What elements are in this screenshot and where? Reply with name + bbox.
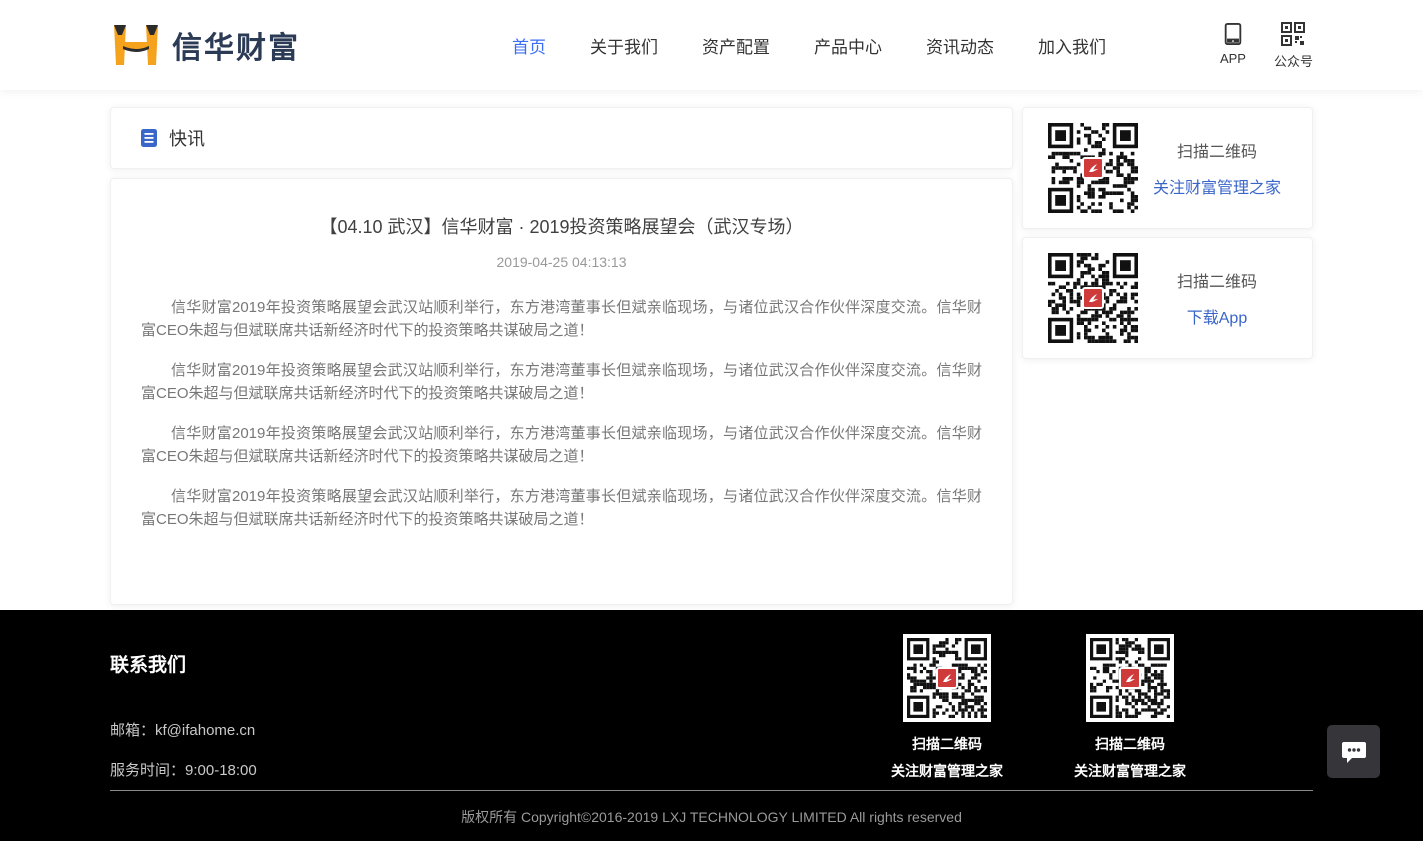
brand-logo[interactable]: 信华财富 — [110, 21, 300, 69]
footer-qr-group: 扫描二维码 关注财富管理之家 扫描二维码 关注财富管理之家 — [891, 634, 1186, 781]
follow-wealth-home-label: 关注财富管理之家 — [1074, 761, 1186, 781]
article-paragraph: 信华财富2019年投资策略展望会武汉站顺利举行，东方港湾董事长但斌亲临现场，与诸… — [141, 296, 982, 342]
qr-center-logo — [1082, 287, 1104, 309]
nav-item-join-us[interactable]: 加入我们 — [1038, 33, 1106, 58]
follow-wealth-home-label: 关注财富管理之家 — [891, 761, 1003, 781]
chat-bubble-icon — [1339, 737, 1369, 767]
scan-qr-label: 扫描二维码 — [1095, 734, 1165, 754]
nav-item-asset-allocation[interactable]: 资产配置 — [702, 33, 770, 58]
scan-qr-label: 扫描二维码 — [1138, 138, 1296, 162]
qr-code-follow — [1048, 123, 1138, 213]
main-content: 快讯 【04.10 武汉】信华财富 · 2019投资策略展望会（武汉专场） 20… — [110, 90, 1313, 605]
article-card: 【04.10 武汉】信华财富 · 2019投资策略展望会（武汉专场） 2019-… — [110, 178, 1013, 605]
nav-item-news[interactable]: 资讯动态 — [926, 33, 994, 58]
download-app-qr-card: 扫描二维码 下载App — [1022, 237, 1313, 359]
main-nav: 首页 关于我们 资产配置 产品中心 资讯动态 加入我们 — [512, 33, 1106, 58]
news-flash-title: 快讯 — [169, 125, 205, 151]
brand-logo-icon — [110, 21, 162, 69]
qr-code-download — [1048, 253, 1138, 343]
copyright-text: 版权所有 Copyright©2016-2019 LXJ TECHNOLOGY … — [110, 807, 1313, 827]
site-header: 信华财富 首页 关于我们 资产配置 产品中心 资讯动态 加入我们 APP — [0, 0, 1423, 90]
nav-item-about[interactable]: 关于我们 — [590, 33, 658, 58]
document-icon — [139, 128, 159, 148]
phone-icon — [1220, 21, 1246, 47]
official-account-button[interactable]: 公众号 — [1274, 21, 1313, 70]
footer-divider — [110, 790, 1313, 791]
article-paragraph: 信华财富2019年投资策略展望会武汉站顺利举行，东方港湾董事长但斌亲临现场，与诸… — [141, 485, 982, 531]
nav-item-home[interactable]: 首页 — [512, 33, 546, 58]
header-actions: APP 公众号 — [1220, 21, 1313, 70]
qr-center-logo — [936, 667, 958, 689]
app-download-button[interactable]: APP — [1220, 21, 1246, 70]
qr-center-logo — [1082, 157, 1104, 179]
scan-qr-label: 扫描二维码 — [912, 734, 982, 754]
chat-widget-button[interactable] — [1327, 725, 1380, 778]
official-account-label: 公众号 — [1274, 51, 1313, 70]
article-title: 【04.10 武汉】信华财富 · 2019投资策略展望会（武汉专场） — [141, 213, 982, 239]
scan-qr-label: 扫描二维码 — [1138, 268, 1296, 292]
article-body: 信华财富2019年投资策略展望会武汉站顺利举行，东方港湾董事长但斌亲临现场，与诸… — [141, 296, 982, 531]
article-paragraph: 信华财富2019年投资策略展望会武汉站顺利举行，东方港湾董事长但斌亲临现场，与诸… — [141, 422, 982, 468]
qr-center-logo — [1119, 667, 1141, 689]
qr-code-icon — [1280, 21, 1306, 47]
news-flash-card: 快讯 — [110, 107, 1013, 169]
app-label: APP — [1220, 51, 1246, 66]
footer-qr-left: 扫描二维码 关注财富管理之家 — [891, 634, 1003, 781]
article-date: 2019-04-25 04:13:13 — [141, 254, 982, 270]
footer-qr-right: 扫描二维码 关注财富管理之家 — [1074, 634, 1186, 781]
article-paragraph: 信华财富2019年投资策略展望会武汉站顺利举行，东方港湾董事长但斌亲临现场，与诸… — [141, 359, 982, 405]
nav-item-products[interactable]: 产品中心 — [814, 33, 882, 58]
brand-name: 信华财富 — [172, 23, 300, 67]
follow-wealth-home-link[interactable]: 关注财富管理之家 — [1138, 174, 1296, 198]
download-app-link[interactable]: 下载App — [1138, 304, 1296, 328]
follow-qr-card: 扫描二维码 关注财富管理之家 — [1022, 107, 1313, 229]
site-footer: 联系我们 邮箱：kf@ifahome.cn 服务时间：9:00-18:00 扫描… — [0, 610, 1423, 841]
